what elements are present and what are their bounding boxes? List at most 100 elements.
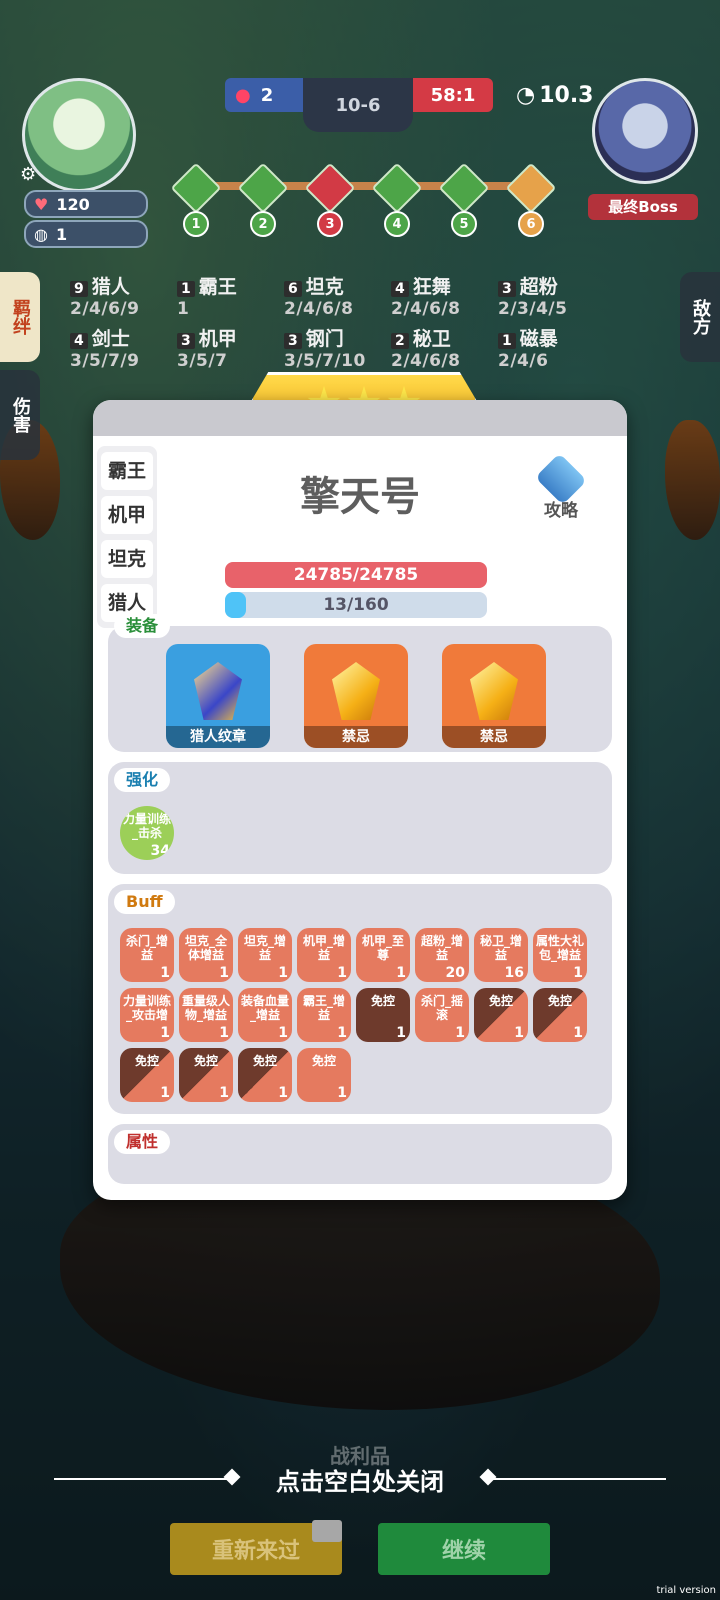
- trait-item[interactable]: 3 超粉 2/3/4/5: [498, 272, 567, 319]
- trait-item[interactable]: 3 钢门 3/5/7/10: [284, 324, 366, 371]
- round-value: 10-6: [335, 94, 381, 116]
- trait-item[interactable]: 3 机甲 3/5/7: [177, 324, 237, 371]
- buff-title: 机甲_至尊: [361, 934, 404, 962]
- buff-item[interactable]: 重量级人物_增益 1: [179, 988, 233, 1042]
- modal-header-bar: [93, 400, 627, 436]
- buff-item[interactable]: 免控 1: [297, 1048, 351, 1102]
- enhance-label: 强化: [114, 768, 171, 792]
- stage-number: 6: [518, 211, 544, 237]
- trait-name: 钢门: [305, 328, 344, 350]
- continue-button[interactable]: 继续: [378, 1523, 550, 1575]
- trait-item[interactable]: 2 秘卫 2/4/6/8: [391, 324, 460, 371]
- trait-levels: 2/4/6/8: [391, 299, 461, 319]
- buff-title: 免控: [193, 1054, 218, 1068]
- trait-item[interactable]: 6 坦克 2/4/6/8: [284, 272, 353, 319]
- team-score-value: 2: [260, 84, 274, 106]
- buff-item[interactable]: 免控 1: [179, 1048, 233, 1102]
- buff-item[interactable]: 杀门_增益 1: [120, 928, 174, 982]
- energy-fill: [225, 592, 247, 618]
- buff-title: 秘卫_增益: [479, 934, 522, 962]
- buff-title: 超粉_增益: [420, 934, 463, 962]
- equipment-slot[interactable]: 禁忌: [304, 644, 408, 748]
- buff-title: 免控: [252, 1054, 277, 1068]
- attribute-label: 属性: [114, 1130, 171, 1154]
- buff-item[interactable]: 免控 1: [356, 988, 410, 1042]
- energy-bar: 13/160: [225, 592, 487, 618]
- trait-item[interactable]: 4 剑士 3/5/7/9: [70, 324, 139, 371]
- trait-item[interactable]: 1 霸王 1: [177, 272, 237, 319]
- buff-title: 免控: [370, 994, 395, 1008]
- equipment-name: 禁忌: [304, 726, 408, 748]
- stage-number: 1: [183, 211, 209, 237]
- coins-pill: ◍ 1: [24, 220, 148, 248]
- buff-item[interactable]: 杀门_摇滚 1: [415, 988, 469, 1042]
- trait-item[interactable]: 4 狂舞 2/4/6/8: [391, 272, 460, 319]
- buff-count: 1: [337, 1025, 347, 1041]
- timer-icon: ◔: [516, 82, 536, 108]
- trait-levels: 3/5/7/10: [284, 351, 366, 371]
- trait-levels: 1: [177, 299, 190, 319]
- trait-name: 超粉: [519, 276, 558, 298]
- buff-item[interactable]: 机甲_增益 1: [297, 928, 351, 982]
- boss-label: 最终Boss: [588, 194, 698, 220]
- buff-count: 1: [219, 965, 229, 981]
- buff-count: 1: [160, 1085, 170, 1101]
- buff-item[interactable]: 装备血量_增益 1: [238, 988, 292, 1042]
- buff-title: 免控: [134, 1054, 159, 1068]
- buff-item[interactable]: 力量训练_攻击增 1: [120, 988, 174, 1042]
- buff-count: 1: [396, 1025, 406, 1041]
- stage-number: 4: [384, 211, 410, 237]
- team-score: ● 2: [225, 78, 303, 112]
- buff-item[interactable]: 免控 1: [238, 1048, 292, 1102]
- settings-gear-icon[interactable]: ⚙: [20, 164, 36, 185]
- trait-count: 9: [70, 281, 88, 297]
- buff-item[interactable]: 霸王_增益 1: [297, 988, 351, 1042]
- unit-tag[interactable]: 坦克: [101, 540, 153, 578]
- hp-value: 24785/24785: [293, 565, 419, 585]
- trait-item[interactable]: 1 磁暴 2/4/6: [498, 324, 558, 371]
- tab-damage[interactable]: 伤害: [0, 370, 40, 460]
- coins-value: 1: [55, 224, 68, 244]
- buff-item[interactable]: 免控 1: [120, 1048, 174, 1102]
- trait-count: 6: [284, 281, 302, 297]
- guide-button[interactable]: 攻略: [529, 453, 593, 521]
- buff-item[interactable]: 超粉_增益 20: [415, 928, 469, 982]
- trait-name: 霸王: [198, 276, 237, 298]
- trait-name: 猎人: [91, 276, 130, 298]
- buff-item[interactable]: 免控 1: [474, 988, 528, 1042]
- stage-number: 5: [451, 211, 477, 237]
- trait-name: 秘卫: [412, 328, 451, 350]
- buff-count: 1: [160, 965, 170, 981]
- buff-count: 1: [573, 965, 583, 981]
- buff-item[interactable]: 秘卫_增益 16: [474, 928, 528, 982]
- trait-name: 磁暴: [519, 328, 558, 350]
- enhance-item[interactable]: 力量训练_击杀 34: [120, 806, 174, 860]
- buff-count: 16: [504, 965, 524, 981]
- equipment-slot[interactable]: 猎人纹章: [166, 644, 270, 748]
- buff-item[interactable]: 属性大礼包_增益 1: [533, 928, 587, 982]
- trait-name: 剑士: [91, 328, 130, 350]
- buff-count: 1: [278, 965, 288, 981]
- round-indicator: 10-6: [303, 78, 413, 132]
- buff-item[interactable]: 坦克_全体增益 1: [179, 928, 233, 982]
- buff-item[interactable]: 机甲_至尊 1: [356, 928, 410, 982]
- video-ad-icon: [312, 1520, 342, 1542]
- tab-enemy[interactable]: 敌方: [680, 272, 720, 362]
- enhance-count: 34: [150, 843, 170, 859]
- boss-avatar[interactable]: [592, 78, 698, 184]
- close-hint[interactable]: 点击空白处关闭: [0, 1462, 720, 1497]
- equipment-slot[interactable]: 禁忌: [442, 644, 546, 748]
- trait-item[interactable]: 9 猎人 2/4/6/9: [70, 272, 139, 319]
- trait-count: 1: [498, 333, 516, 349]
- tab-bond[interactable]: 羁绊: [0, 272, 40, 362]
- attribute-panel: 属性: [108, 1124, 612, 1184]
- trait-levels: 2/4/6/8: [391, 351, 461, 371]
- trait-count: 3: [284, 333, 302, 349]
- player-avatar[interactable]: [22, 78, 136, 192]
- trait-name: 坦克: [305, 276, 344, 298]
- buff-count: 1: [396, 965, 406, 981]
- buff-item[interactable]: 坦克_增益 1: [238, 928, 292, 982]
- trait-levels: 2/4/6/9: [70, 299, 140, 319]
- buff-item[interactable]: 免控 1: [533, 988, 587, 1042]
- trait-count: 2: [391, 333, 409, 349]
